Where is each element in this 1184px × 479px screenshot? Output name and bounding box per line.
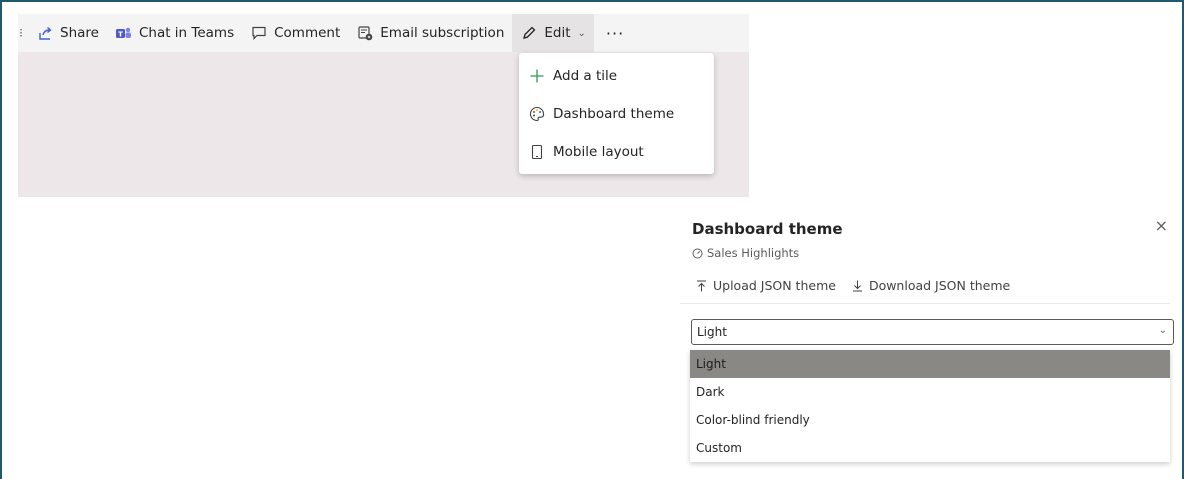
chevron-down-icon: ⌄ [577,27,586,39]
dashboard-name-label: Sales Highlights [707,246,800,260]
share-label: Share [60,25,99,41]
theme-select-value: Light [697,325,727,339]
more-icon: ··· [605,23,625,43]
theme-option-color-blind-friendly[interactable]: Color-blind friendly [690,406,1170,434]
edit-dropdown-menu: Add a tile Dashboard theme Mobile layout [519,53,714,174]
action-toolbar: ⁝ Share T Chat in Teams Comment Email su… [18,14,749,52]
dashboard-theme-panel: Dashboard theme × Sales Highlights Uploa… [680,206,1174,474]
upload-icon [696,280,707,292]
comment-label: Comment [274,25,341,41]
phone-icon [528,143,546,161]
comment-icon [250,24,268,42]
menu-item-mobile-layout[interactable]: Mobile layout [519,133,714,171]
chevron-down-icon: ⌄ [1158,325,1167,336]
menu-item-add-tile[interactable]: Add a tile [519,57,714,95]
panel-title: Dashboard theme [692,220,843,238]
share-icon [36,24,54,42]
email-subscription-label: Email subscription [380,25,505,41]
chat-in-teams-button[interactable]: T Chat in Teams [107,14,242,52]
email-subscription-icon [356,24,374,42]
theme-select[interactable]: Light ⌄ [691,319,1174,345]
download-json-theme-button[interactable]: Download JSON theme [852,278,1010,293]
dashboard-area: ⁝ Share T Chat in Teams Comment Email su… [18,14,749,197]
divider [680,303,1170,304]
palette-icon [528,105,546,123]
theme-option-custom[interactable]: Custom [690,434,1170,462]
more-options-button[interactable]: ··· [594,14,636,52]
theme-option-light[interactable]: Light [690,350,1170,378]
email-subscription-button[interactable]: Email subscription [348,14,512,52]
download-icon [852,280,863,292]
download-json-theme-label: Download JSON theme [868,278,1011,293]
chat-in-teams-label: Chat in Teams [138,25,235,41]
comment-button[interactable]: Comment [242,14,348,52]
dashboard-name: Sales Highlights [692,246,799,260]
dashboard-gauge-icon [692,248,703,259]
edit-label: Edit [544,25,571,41]
upload-json-theme-label: Upload JSON theme [713,278,836,293]
pencil-icon [520,24,538,42]
teams-icon: T [115,24,133,42]
menu-item-label: Add a tile [553,68,618,84]
svg-text:T: T [119,30,124,38]
share-button[interactable]: Share [28,14,107,52]
close-icon[interactable]: × [1155,216,1168,235]
theme-option-dark[interactable]: Dark [690,378,1170,406]
menu-item-dashboard-theme[interactable]: Dashboard theme [519,95,714,133]
menu-item-label: Dashboard theme [553,106,675,122]
theme-options-list: Light Dark Color-blind friendly Custom [690,350,1170,462]
edit-menu-button[interactable]: Edit ⌄ [512,14,594,52]
overflow-edge-icon: ⁝ [19,26,23,40]
menu-item-label: Mobile layout [553,144,644,160]
theme-actions: Upload JSON theme Download JSON theme [696,278,1026,293]
upload-json-theme-button[interactable]: Upload JSON theme [696,278,836,293]
plus-icon [528,67,546,85]
